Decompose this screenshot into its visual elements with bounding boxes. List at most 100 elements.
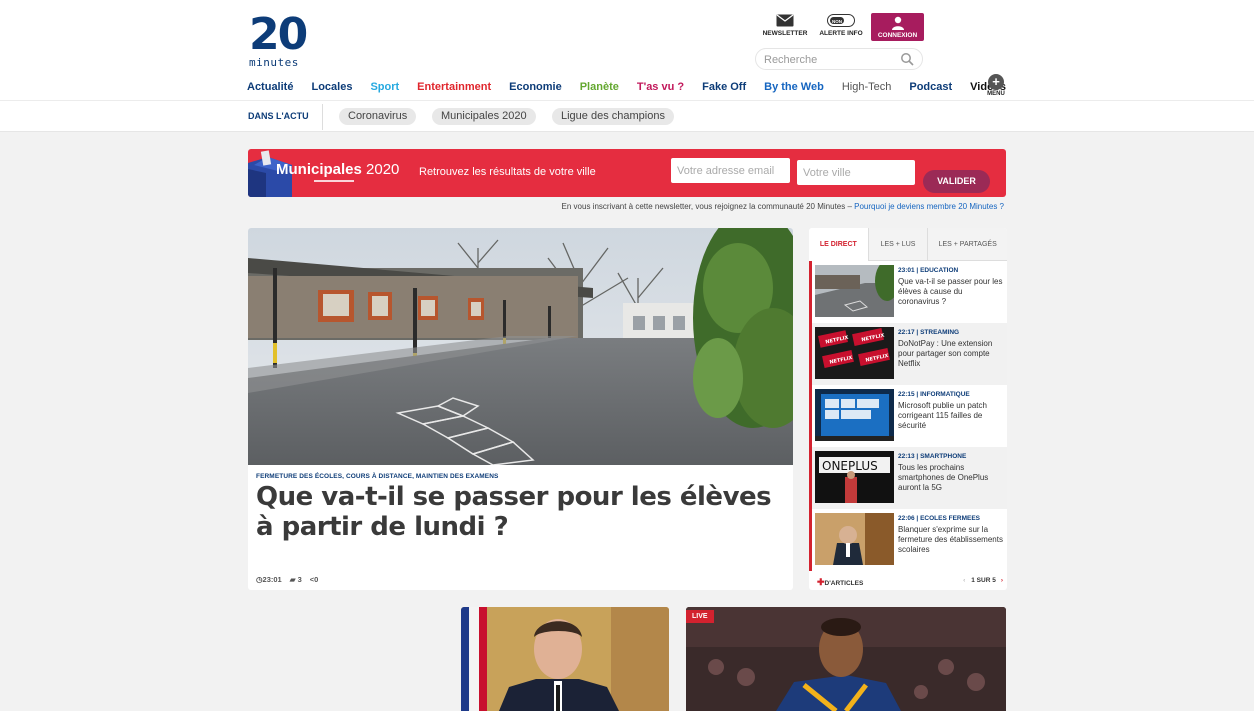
- site-header: 20 minutes NEWSLETTER NON ALERTE INFO CO…: [0, 0, 1254, 100]
- feed-category: 22:13 | SMARTPHONE: [898, 453, 967, 460]
- macron-image: [461, 607, 669, 711]
- pager-label: 1 SUR 5: [971, 577, 996, 584]
- feed-title: Blanquer s'exprime sur la fermeture des …: [898, 525, 1003, 554]
- logo-digits: 20: [249, 9, 308, 60]
- feed-thumbnail: [815, 265, 894, 317]
- tab-le-direct[interactable]: LE DIRECT: [809, 228, 868, 261]
- svg-text:ONEPLUS: ONEPLUS: [822, 459, 878, 473]
- list-item[interactable]: ONEPLUS 22:13 | SMARTPHONE Tous les proc…: [812, 447, 1007, 509]
- main-article-card[interactable]: FERMETURE DES ÉCOLES, COURS À DISTANCE, …: [248, 228, 793, 590]
- more-articles-link[interactable]: ✚D'ARTICLES: [817, 577, 864, 587]
- trend-pill-municipales[interactable]: Municipales 2020: [432, 108, 536, 125]
- trending-bar: DANS L'ACTU Coronavirus Municipales 2020…: [0, 100, 1254, 132]
- list-item[interactable]: NETFLIX NETFLIX NETFLIX NETFLIX 22:17 | STR…: [812, 323, 1007, 385]
- chevron-right-icon[interactable]: ›: [1001, 577, 1003, 584]
- live-badge: LIVE: [686, 610, 714, 623]
- trend-pill-coronavirus[interactable]: Coronavirus: [339, 108, 417, 125]
- logo-word: minutes: [249, 56, 299, 69]
- sidebar-footer: ✚D'ARTICLES ‹ 1 SUR 5 ›: [817, 577, 1003, 588]
- user-icon: [891, 16, 904, 30]
- svg-text:NON: NON: [832, 19, 842, 24]
- email-field[interactable]: [671, 158, 790, 183]
- nav-entertainment[interactable]: Entertainment: [417, 80, 491, 96]
- list-item[interactable]: 23:01 | EDUCATION Que va-t-il se passer …: [812, 261, 1007, 323]
- trend-pill-ligue-champions[interactable]: Ligue des champions: [552, 108, 674, 125]
- feed-time: 22:13: [898, 453, 915, 460]
- pager: ‹ 1 SUR 5 ›: [963, 577, 1003, 584]
- connexion-label: CONNEXION: [877, 32, 918, 39]
- alerte-info-toggle[interactable]: NON ALERTE INFO: [817, 14, 865, 37]
- feed-title: Tous les prochains smartphones de OnePlu…: [898, 463, 989, 492]
- list-item[interactable]: 22:15 | INFORMATIQUE Microsoft publie un…: [812, 385, 1007, 447]
- article-shares[interactable]: <0: [310, 575, 319, 584]
- banner-title-main: Municipales: [276, 161, 362, 178]
- feed-title: Que va-t-il se passer pour les élèves à …: [898, 277, 1003, 306]
- feed-category: 22:17 | STREAMING: [898, 329, 960, 336]
- schoolyard-image[interactable]: [248, 228, 793, 465]
- list-item[interactable]: 22:06 | ECOLES FERMEES Blanquer s'exprim…: [812, 509, 1007, 571]
- shares-count: 0: [314, 575, 319, 584]
- nav-tas-vu[interactable]: T'as vu ?: [637, 80, 684, 96]
- nav-locales[interactable]: Locales: [311, 80, 352, 96]
- feed-category: 22:06 | ECOLES FERMEES: [898, 515, 981, 522]
- comment-icon: ▰: [289, 575, 296, 584]
- site-logo[interactable]: 20 minutes: [249, 9, 308, 74]
- feed-category-label: INFORMATIQUE: [920, 391, 970, 398]
- banner-title: Municipales 2020: [276, 161, 399, 178]
- search-icon[interactable]: [900, 52, 914, 66]
- article-card-macron[interactable]: [461, 607, 669, 711]
- nav-high-tech[interactable]: High-Tech: [842, 80, 892, 96]
- nav-fake-off[interactable]: Fake Off: [702, 80, 746, 96]
- feed-title: DoNotPay : Une extension pour partager s…: [898, 339, 993, 368]
- plus-icon: +: [988, 74, 1004, 90]
- feed-thumbnail: NETFLIX NETFLIXNETFLIX NETFLIX: [815, 327, 894, 379]
- disclaimer-text: En vous inscrivant à cette newsletter, v…: [561, 202, 855, 211]
- search-box: [755, 48, 923, 70]
- tab-les-plus-partages[interactable]: LES + PARTAGÉS: [927, 228, 1007, 261]
- trending-label: DANS L'ACTU: [248, 111, 309, 121]
- menu-button[interactable]: + MENU: [984, 74, 1008, 97]
- feed-thumbnail: ONEPLUS: [815, 451, 894, 503]
- comments-count: 3: [297, 575, 302, 584]
- disclaimer-link[interactable]: Pourquoi je deviens membre 20 Minutes ?: [854, 202, 1004, 211]
- chevron-left-icon[interactable]: ‹: [963, 577, 965, 584]
- headline-line-2: à partir de lundi ?: [256, 512, 509, 542]
- feed-category: 22:15 | INFORMATIQUE: [898, 391, 970, 398]
- tab-les-plus-lus[interactable]: LES + LUS: [867, 228, 928, 261]
- article-headline[interactable]: Que va-t-il se passer pour les élèves à …: [256, 482, 776, 542]
- sidebar-tabs: LE DIRECT LES + LUS LES + PARTAGÉS: [809, 228, 1007, 261]
- nav-economie[interactable]: Economie: [509, 80, 562, 96]
- banner-underline: [314, 180, 354, 182]
- feed-category-label: STREAMING: [920, 329, 960, 336]
- municipales-banner: Municipales 2020 Retrouvez les résultats…: [248, 149, 1006, 197]
- more-articles-label: D'ARTICLES: [824, 580, 864, 587]
- search-input[interactable]: [764, 52, 894, 67]
- feed-title: Microsoft publie un patch corrigeant 115…: [898, 401, 987, 430]
- feed-category: 23:01 | EDUCATION: [898, 267, 959, 274]
- feed-time: 23:01: [898, 267, 915, 274]
- nav-actualite[interactable]: Actualité: [247, 80, 293, 96]
- connexion-button[interactable]: CONNEXION: [871, 13, 924, 41]
- nav-podcast[interactable]: Podcast: [909, 80, 952, 96]
- city-field[interactable]: [797, 160, 915, 185]
- basketball-image: [686, 607, 1006, 711]
- newsletter-button[interactable]: NEWSLETTER: [761, 14, 809, 37]
- article-kicker[interactable]: FERMETURE DES ÉCOLES, COURS À DISTANCE, …: [256, 473, 498, 480]
- article-time: ◷23:01: [256, 575, 282, 584]
- headline-line-1: Que va-t-il se passer pour les élèves: [256, 482, 772, 512]
- feed-time: 22:06: [898, 515, 915, 522]
- live-sidebar: LE DIRECT LES + LUS LES + PARTAGÉS 23:01…: [809, 228, 1007, 590]
- feed-time: 22:15: [898, 391, 915, 398]
- feed-thumbnail: [815, 513, 894, 565]
- nav-sport[interactable]: Sport: [370, 80, 399, 96]
- newsletter-label: NEWSLETTER: [762, 30, 808, 37]
- article-comments[interactable]: ▰ 3: [290, 575, 302, 584]
- feed-category-label: SMARTPHONE: [920, 453, 967, 460]
- feed-category-label: ECOLES FERMEES: [920, 515, 981, 522]
- validate-button[interactable]: VALIDER: [923, 170, 990, 193]
- nav-planete[interactable]: Planète: [580, 80, 619, 96]
- nav-by-the-web[interactable]: By the Web: [764, 80, 824, 96]
- article-card-basketball[interactable]: LIVE: [686, 607, 1006, 711]
- divider: [322, 104, 323, 130]
- main-nav: Actualité Locales Sport Entertainment Ec…: [247, 80, 1024, 96]
